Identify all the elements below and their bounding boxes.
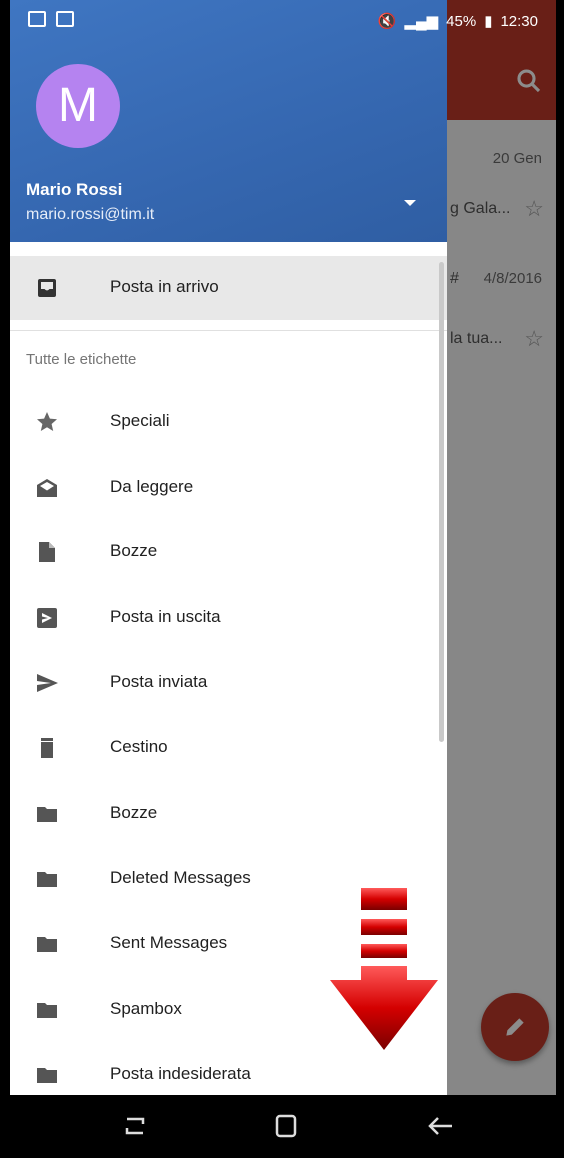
drawer-item-label: Cestino xyxy=(110,737,168,756)
folder-icon xyxy=(37,1003,57,1018)
folder-icon xyxy=(37,937,57,952)
signal-icon: ▂▄▆ xyxy=(404,13,439,30)
inbox-icon xyxy=(38,279,56,297)
status-bar: 🔇 ▂▄▆ 45% ▮ 12:30 xyxy=(10,0,556,44)
drawer-item-label: Da leggere xyxy=(110,477,194,496)
folder-icon xyxy=(37,1068,57,1083)
account-name: Mario Rossi xyxy=(26,180,123,199)
drawer-item-label: Posta indesiderata xyxy=(110,1064,251,1083)
drawer-item-label: Deleted Messages xyxy=(110,868,251,887)
system-nav-bar xyxy=(10,1095,556,1158)
drawer-item-label: Posta inviata xyxy=(110,672,208,691)
drawer-item-label: Speciali xyxy=(110,411,170,430)
drawer-item-label: Posta in uscita xyxy=(110,607,221,626)
gallery-notification-icon xyxy=(28,11,46,27)
drawer-item-label: Bozze xyxy=(110,803,158,822)
drawer-item-label: Spambox xyxy=(110,999,182,1018)
home-icon[interactable] xyxy=(268,1111,304,1141)
drawer-item-label: Posta in arrivo xyxy=(110,277,219,296)
drawer-item-bozze[interactable]: Bozze xyxy=(10,520,447,584)
drawer-item-da-leggere[interactable]: Da leggere xyxy=(10,456,447,520)
battery-icon: ▮ xyxy=(484,13,493,30)
star-icon xyxy=(37,412,57,431)
folder-icon xyxy=(37,872,57,887)
drawer-item-cestino[interactable]: Cestino xyxy=(10,716,447,780)
phone-screen: 20 Gen g Gala... ☆ # 4/8/2016 la tua... … xyxy=(10,0,556,1158)
battery-percent: 45% xyxy=(446,12,477,30)
section-label: Tutte le etichette xyxy=(26,351,137,368)
recent-apps-icon[interactable] xyxy=(117,1111,153,1141)
avatar[interactable]: M xyxy=(36,64,120,148)
divider xyxy=(10,330,447,331)
mute-icon: 🔇 xyxy=(377,13,397,30)
trash-icon xyxy=(41,738,53,758)
outbox-icon xyxy=(37,608,57,628)
drawer-item-posta-inviata[interactable]: Posta inviata xyxy=(10,651,447,715)
account-email: mario.rossi@tim.it xyxy=(26,206,155,223)
drawer-item-label: Bozze xyxy=(110,541,158,560)
folder-icon xyxy=(37,807,57,822)
back-icon[interactable] xyxy=(422,1111,458,1141)
drawer-item-label: Sent Messages xyxy=(110,933,228,952)
drawer-scrollbar[interactable] xyxy=(439,262,444,742)
file-icon xyxy=(39,542,55,562)
clock: 12:30 xyxy=(500,12,538,30)
drawer-item-folder-bozze[interactable]: Bozze xyxy=(10,782,447,846)
account-dropdown-icon[interactable] xyxy=(404,200,416,206)
drawer-item-speciali[interactable]: Speciali xyxy=(10,390,447,454)
scroll-down-arrow-icon xyxy=(330,888,438,1050)
send-icon xyxy=(37,674,58,692)
navigation-drawer: M Mario Rossi mario.rossi@tim.it Posta i… xyxy=(10,0,447,1095)
drawer-item-inbox[interactable]: Posta in arrivo xyxy=(10,256,447,320)
drafts-icon xyxy=(37,479,57,497)
drawer-item-posta-in-uscita[interactable]: Posta in uscita xyxy=(10,586,447,650)
camera-notification-icon xyxy=(56,11,74,27)
